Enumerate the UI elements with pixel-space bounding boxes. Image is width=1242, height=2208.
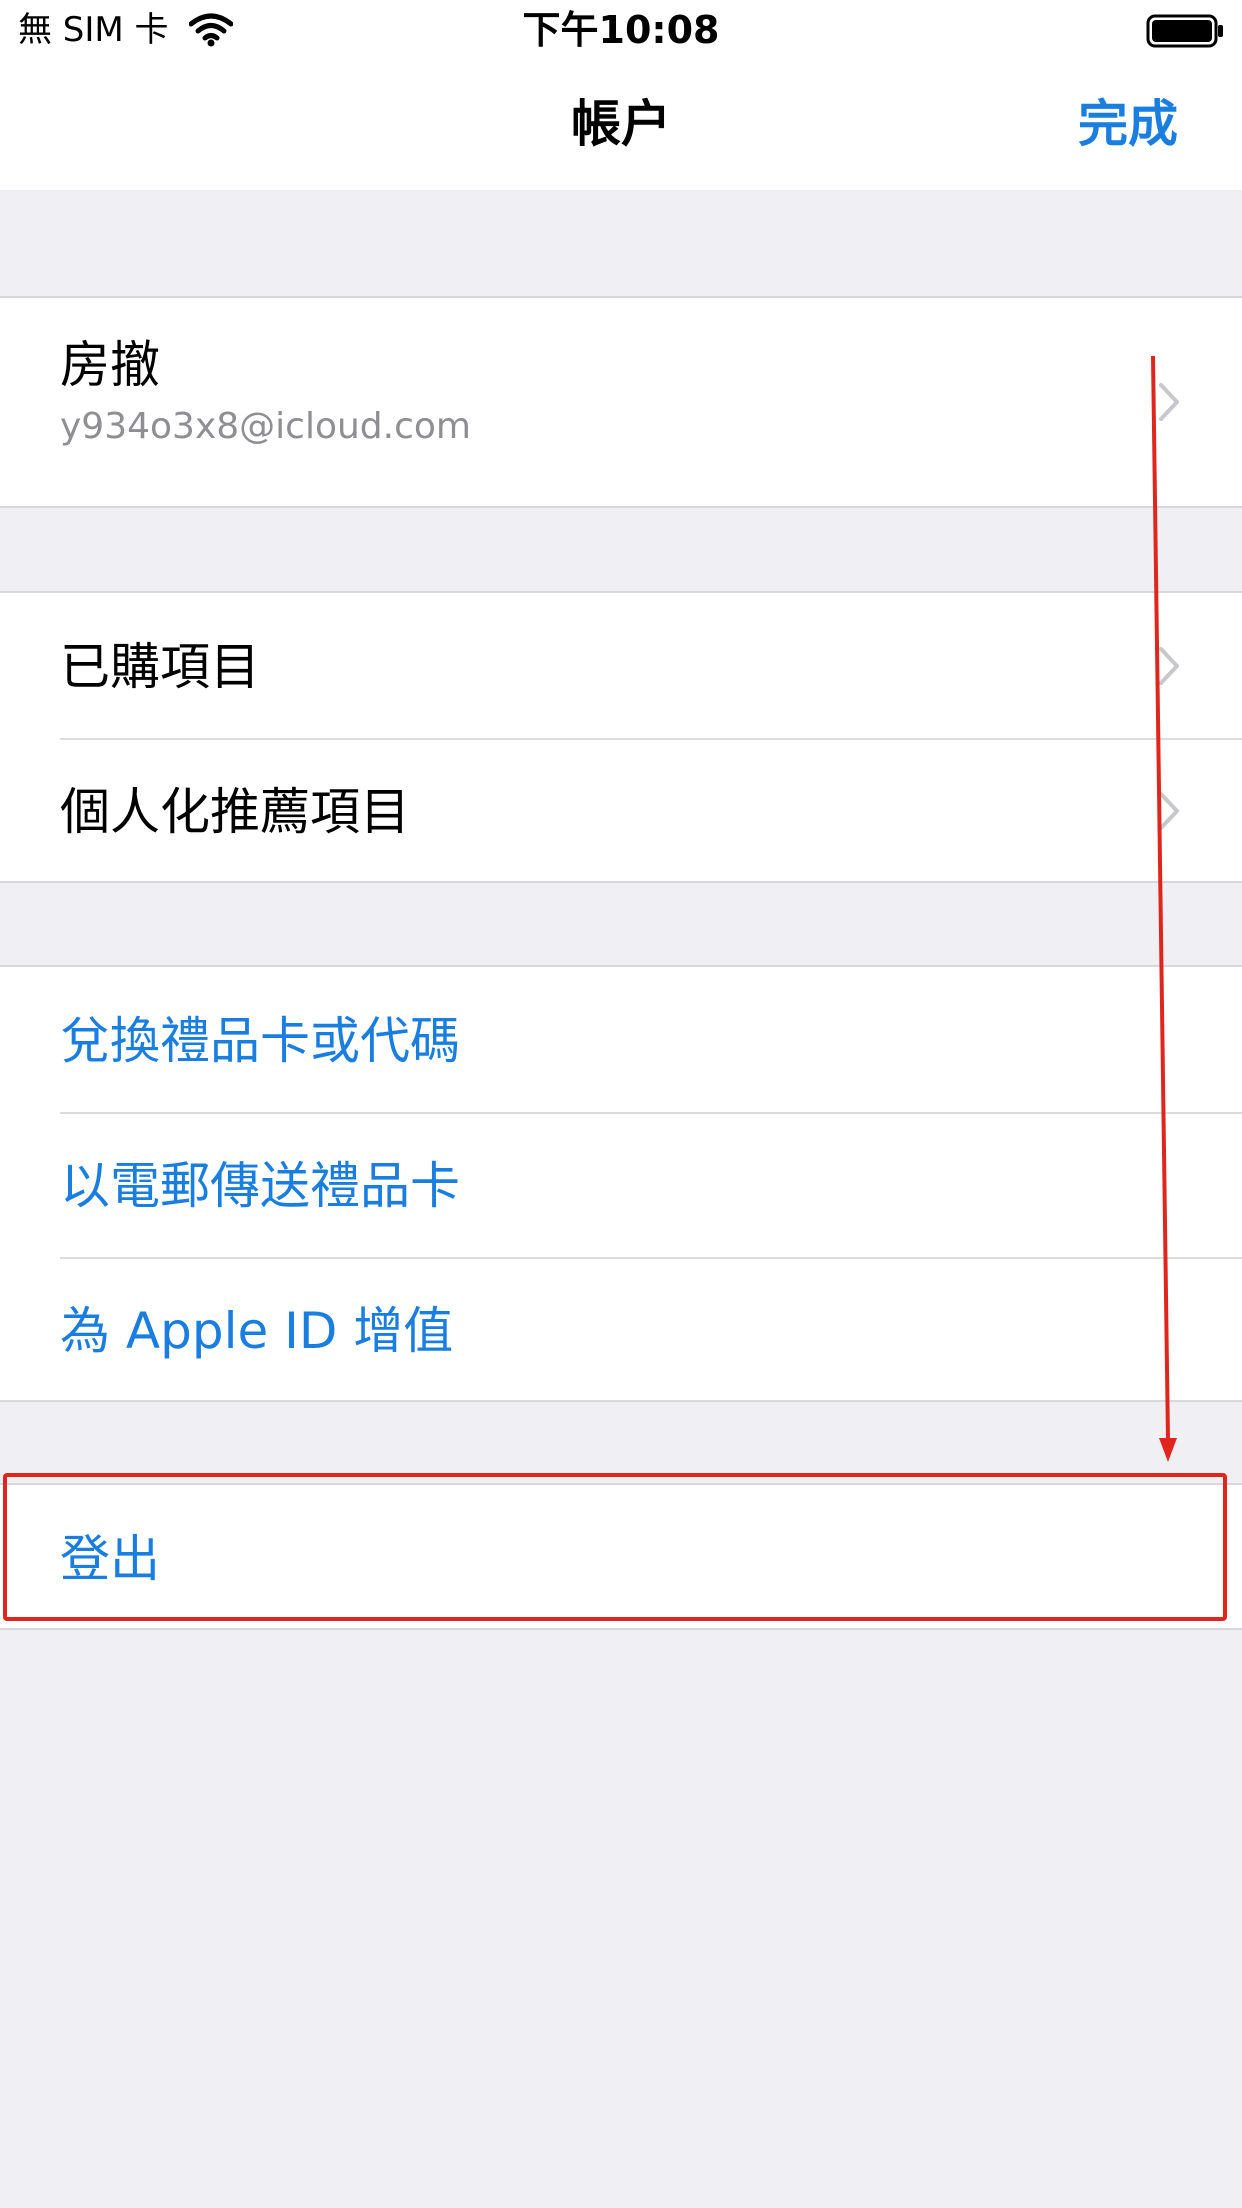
account-email: y934o3x8@icloud.com [60, 406, 471, 447]
purchased-label: 已購項目 [60, 638, 260, 696]
list-item-send-gift-card[interactable]: 以電郵傳送禮品卡 [0, 1112, 1242, 1257]
chevron-right-icon [1159, 646, 1179, 685]
add-funds-label: 為 Apple ID 增值 [60, 1302, 454, 1360]
list-item-personalized-recommendations[interactable]: 個人化推薦項目 [0, 738, 1242, 883]
sign-out-button[interactable]: 登出 [0, 1485, 1242, 1630]
sign-out-label: 登出 [60, 1530, 160, 1588]
page-title: 帳户 [571, 95, 671, 153]
gift-card-group: 兌換禮品卡或代碼 以電郵傳送禮品卡 為 Apple ID 增值 [0, 965, 1242, 1402]
status-time: 下午10:08 [522, 8, 720, 52]
redeem-gift-card-label: 兌換禮品卡或代碼 [60, 1012, 460, 1070]
account-group: 房撤 y934o3x8@icloud.com [0, 296, 1242, 508]
chevron-right-icon [1159, 383, 1179, 421]
account-row[interactable]: 房撤 y934o3x8@icloud.com [0, 298, 1242, 506]
battery-icon [1146, 14, 1223, 48]
status-bar: 無 SIM 卡 下午10:08 [0, 0, 1242, 60]
list-item-add-funds[interactable]: 為 Apple ID 增值 [0, 1257, 1242, 1402]
list-item-redeem-gift-card[interactable]: 兌換禮品卡或代碼 [0, 967, 1242, 1112]
list-item-purchased[interactable]: 已購項目 [0, 593, 1242, 738]
sign-out-group: 登出 [0, 1483, 1242, 1630]
send-gift-card-label: 以電郵傳送禮品卡 [60, 1157, 460, 1215]
navigation-bar: 帳户 完成 [0, 60, 1242, 190]
personalized-recommendations-label: 個人化推薦項目 [60, 783, 410, 841]
account-name: 房撤 [60, 336, 160, 394]
chevron-right-icon [1159, 791, 1179, 830]
purchases-group: 已購項目 個人化推薦項目 [0, 591, 1242, 883]
done-button[interactable]: 完成 [1078, 92, 1178, 156]
